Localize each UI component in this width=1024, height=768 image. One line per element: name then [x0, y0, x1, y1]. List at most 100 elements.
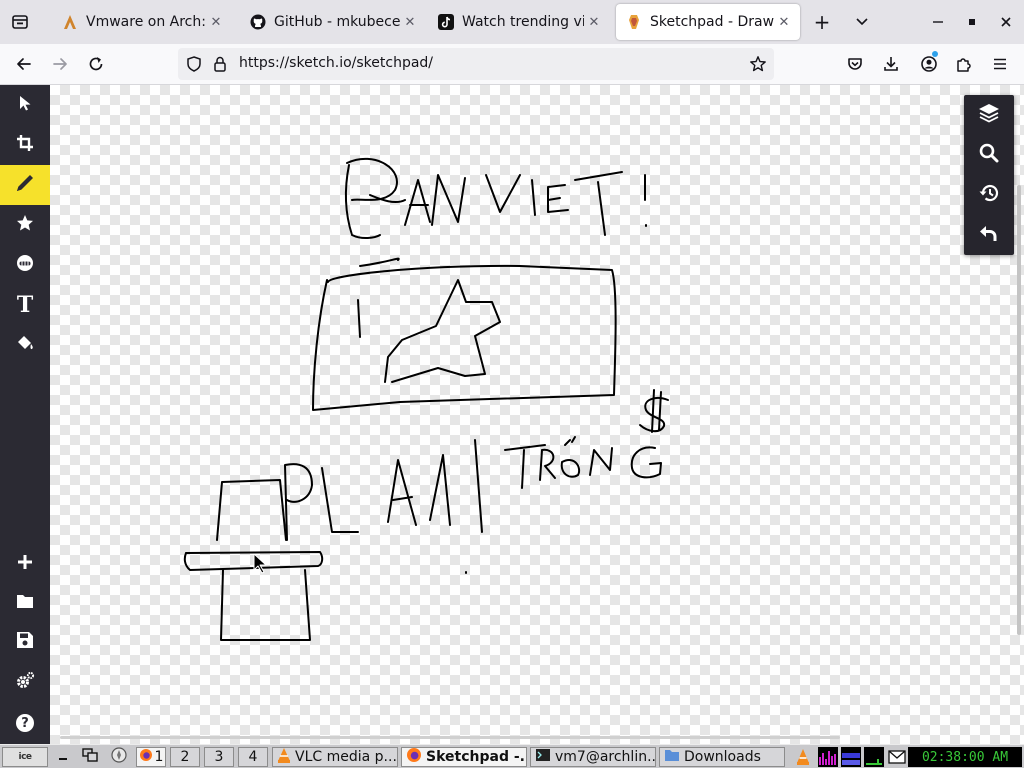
cpu-monitor-icon	[818, 747, 838, 767]
fill-tool[interactable]	[0, 325, 50, 365]
taskbar-window-vlc[interactable]: VLC media p...	[272, 747, 398, 767]
emoji-icon	[16, 254, 34, 276]
help-button[interactable]: ?	[0, 703, 50, 743]
settings-icon	[15, 671, 35, 695]
firefox-view-icon[interactable]	[8, 10, 32, 34]
taskbar-window-downloads[interactable]: Downloads	[659, 747, 785, 767]
crop-tool[interactable]	[0, 125, 50, 165]
search-icon	[979, 143, 999, 167]
url-text[interactable]: https://sketch.io/sketchpad/	[239, 55, 433, 71]
taskbar-window-label: VLC media p...	[295, 749, 397, 765]
vertical-scrollbar[interactable]	[1017, 185, 1021, 635]
start-menu-button[interactable]: ice	[2, 747, 48, 767]
icewm-logo-icon: ice	[18, 752, 32, 762]
tab-sketchpad[interactable]: Sketchpad - Draw, ✕	[616, 4, 800, 40]
app-window: Vmware on Arch: C ✕ GitHub - mkubecek ✕ …	[0, 0, 1024, 768]
undo-button[interactable]	[964, 215, 1014, 255]
close-icon[interactable]: ✕	[774, 12, 794, 32]
help-glyph: ?	[21, 715, 29, 731]
close-icon[interactable]: ✕	[206, 12, 226, 32]
tab-vmware-arch[interactable]: Vmware on Arch: C ✕	[52, 4, 232, 40]
lock-icon[interactable]	[212, 55, 228, 77]
close-window-icon[interactable]	[994, 10, 1018, 34]
show-desktop-button[interactable]	[52, 747, 74, 767]
reload-icon[interactable]	[84, 52, 108, 76]
pencil-icon	[14, 172, 36, 198]
url-bar[interactable]: https://sketch.io/sketchpad/	[178, 48, 774, 80]
vlc-icon	[277, 748, 291, 766]
minimize-icon[interactable]	[926, 10, 950, 34]
close-icon[interactable]: ✕	[400, 12, 420, 32]
workspace-4[interactable]: 4	[238, 747, 268, 767]
bookmark-star-icon[interactable]	[749, 55, 767, 77]
history-icon	[978, 183, 1000, 207]
navigation-bar: https://sketch.io/sketchpad/	[0, 44, 1024, 85]
compass-icon	[111, 747, 127, 767]
zoom-button[interactable]	[964, 135, 1014, 175]
maximize-icon[interactable]	[960, 10, 984, 34]
undo-icon	[979, 223, 999, 247]
drawing-canvas[interactable]	[50, 85, 1024, 744]
downloads-icon[interactable]	[879, 52, 903, 76]
workspace-1[interactable]: 1	[136, 747, 166, 767]
shield-icon[interactable]	[185, 55, 203, 77]
tab-github[interactable]: GitHub - mkubecek ✕	[240, 4, 426, 40]
text-icon: T	[16, 292, 34, 318]
pencil-tool[interactable]	[0, 165, 50, 205]
open-button[interactable]	[0, 583, 50, 623]
stamp-tool[interactable]	[0, 205, 50, 245]
text-tool[interactable]: T	[0, 285, 50, 325]
firefox-ws-icon	[139, 748, 153, 766]
extensions-icon[interactable]	[952, 52, 976, 76]
tiktok-icon	[438, 14, 454, 30]
minimize-all-icon	[57, 749, 69, 765]
forward-icon[interactable]	[48, 52, 72, 76]
sketchpad-app: T ?	[0, 85, 1024, 744]
clock[interactable]: 02:38:00 AM	[908, 747, 1022, 767]
taskbar-window-terminal[interactable]: vm7@archlin...	[530, 747, 656, 767]
crop-icon	[16, 134, 34, 156]
taskbar-window-label: Sketchpad -...	[426, 749, 527, 765]
new-button[interactable]	[0, 544, 50, 584]
help-icon: ?	[16, 714, 34, 732]
browser-launcher[interactable]	[106, 747, 132, 767]
taskbar-window-sketchpad[interactable]: Sketchpad -...	[401, 747, 527, 767]
layers-button[interactable]	[964, 95, 1014, 135]
folder-icon	[16, 593, 34, 613]
workspace-2[interactable]: 2	[170, 747, 200, 767]
workspace-3[interactable]: 3	[204, 747, 234, 767]
save-button[interactable]	[0, 622, 50, 662]
mail-icon[interactable]	[887, 747, 907, 767]
emoji-tool[interactable]	[0, 245, 50, 285]
tab-label: Watch trending vid	[462, 14, 584, 30]
vlc-tray-icon[interactable]	[790, 747, 816, 767]
workspace-label: 3	[214, 749, 224, 765]
layers-icon	[978, 103, 1000, 127]
pocket-icon[interactable]	[843, 52, 867, 76]
taskbar: ice 1 2 3 4 VLC media p... Sketchpad -..…	[0, 744, 1024, 768]
memory-monitor-icon	[841, 747, 861, 767]
account-icon[interactable]	[917, 51, 941, 76]
terminal-icon	[535, 748, 551, 766]
close-icon[interactable]: ✕	[584, 12, 604, 32]
list-all-tabs-icon[interactable]	[850, 10, 874, 34]
plus-icon	[17, 554, 33, 574]
select-tool[interactable]	[0, 85, 50, 125]
save-icon	[16, 631, 34, 653]
settings-button[interactable]	[0, 663, 50, 703]
horizontal-scrollbar[interactable]	[60, 736, 840, 739]
taskbar-window-label: Downloads	[684, 749, 761, 765]
window-list-button[interactable]	[78, 747, 102, 767]
workspace-label: 1	[154, 749, 164, 765]
vmware-arch-favicon	[62, 14, 78, 30]
github-icon	[250, 14, 266, 30]
notification-dot	[932, 51, 938, 57]
new-tab-icon[interactable]: +	[810, 10, 834, 34]
history-button[interactable]	[964, 175, 1014, 215]
tab-tiktok[interactable]: Watch trending vid ✕	[428, 4, 610, 40]
back-icon[interactable]	[12, 52, 36, 76]
menu-icon[interactable]	[988, 52, 1012, 76]
fill-bucket-icon	[15, 334, 35, 356]
tool-sidebar: T ?	[0, 85, 50, 744]
tab-label: GitHub - mkubecek	[274, 14, 400, 30]
